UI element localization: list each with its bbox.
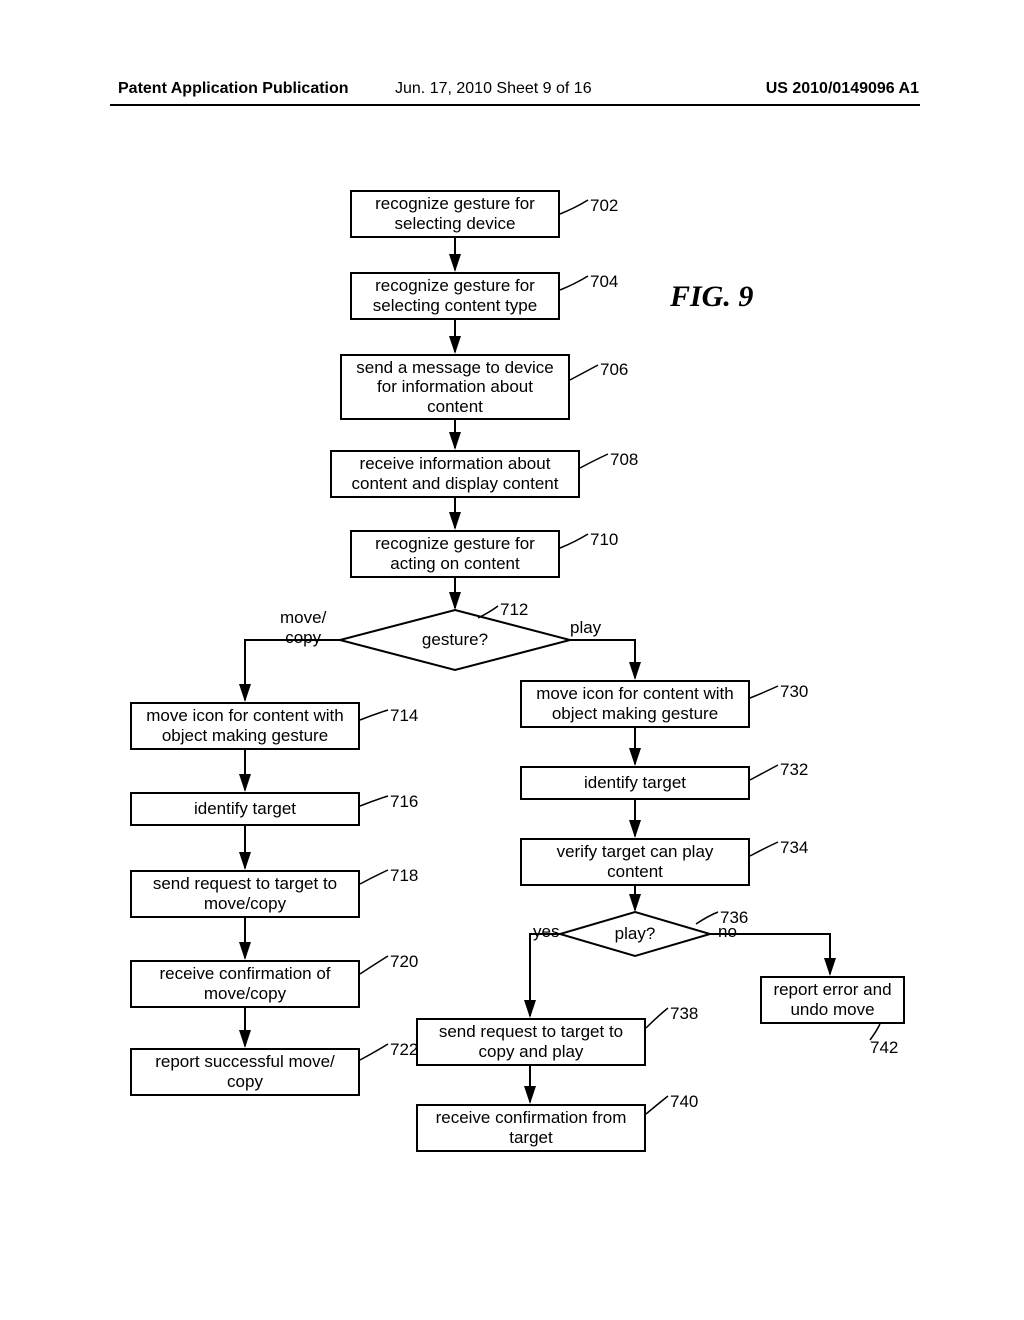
ref-740: 740 bbox=[670, 1092, 698, 1112]
edge-play: play bbox=[570, 618, 601, 638]
ref-722: 722 bbox=[390, 1040, 418, 1060]
header-right: US 2010/0149096 A1 bbox=[766, 80, 919, 98]
ref-706: 706 bbox=[600, 360, 628, 380]
header-left: Patent Application Publication bbox=[118, 80, 349, 98]
ref-742: 742 bbox=[870, 1038, 898, 1058]
header-rule bbox=[110, 104, 920, 106]
patent-page: Patent Application Publication Jun. 17, … bbox=[0, 0, 1024, 1320]
box-706: send a message to device for information… bbox=[340, 354, 570, 420]
box-730: move icon for content with object making… bbox=[520, 680, 750, 728]
box-702: recognize gesture for selecting device bbox=[350, 190, 560, 238]
box-734: verify target can play content bbox=[520, 838, 750, 886]
box-742: report error and undo move bbox=[760, 976, 905, 1024]
ref-708: 708 bbox=[610, 450, 638, 470]
ref-718: 718 bbox=[390, 866, 418, 886]
ref-712: 712 bbox=[500, 600, 528, 620]
box-720: receive confirmation of move/copy bbox=[130, 960, 360, 1008]
edge-no: no bbox=[718, 922, 737, 942]
header-mid: Jun. 17, 2010 Sheet 9 of 16 bbox=[395, 80, 592, 98]
diamond-736-label: play? bbox=[612, 924, 658, 944]
box-704: recognize gesture for selecting content … bbox=[350, 272, 560, 320]
ref-720: 720 bbox=[390, 952, 418, 972]
ref-734: 734 bbox=[780, 838, 808, 858]
edge-yes: yes bbox=[533, 922, 559, 942]
ref-714: 714 bbox=[390, 706, 418, 726]
edge-move-copy: move/ copy bbox=[280, 608, 326, 648]
box-716: identify target bbox=[130, 792, 360, 826]
box-718: send request to target to move/copy bbox=[130, 870, 360, 918]
ref-702: 702 bbox=[590, 196, 618, 216]
box-722: report successful move/ copy bbox=[130, 1048, 360, 1096]
figure-label: FIG. 9 bbox=[670, 280, 753, 314]
ref-710: 710 bbox=[590, 530, 618, 550]
ref-730: 730 bbox=[780, 682, 808, 702]
ref-704: 704 bbox=[590, 272, 618, 292]
box-738: send request to target to copy and play bbox=[416, 1018, 646, 1066]
box-710: recognize gesture for acting on content bbox=[350, 530, 560, 578]
box-740: receive confirmation from target bbox=[416, 1104, 646, 1152]
diamond-712-label: gesture? bbox=[420, 630, 490, 650]
box-708: receive information about content and di… bbox=[330, 450, 580, 498]
box-732: identify target bbox=[520, 766, 750, 800]
box-714: move icon for content with object making… bbox=[130, 702, 360, 750]
ref-738: 738 bbox=[670, 1004, 698, 1024]
ref-732: 732 bbox=[780, 760, 808, 780]
ref-716: 716 bbox=[390, 792, 418, 812]
